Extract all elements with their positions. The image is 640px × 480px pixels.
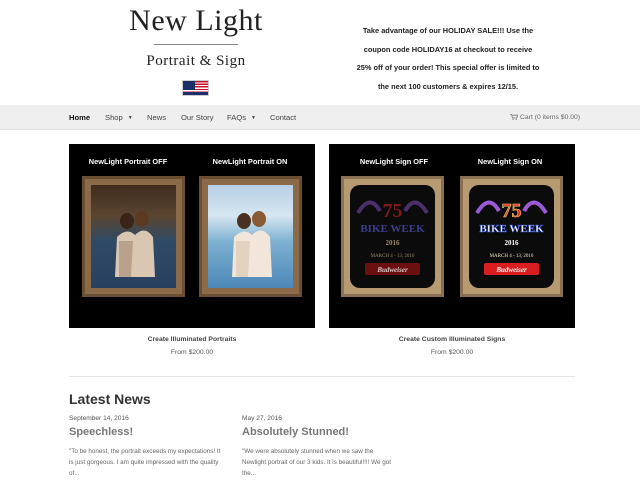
nav-item-news[interactable]: News [147,105,166,130]
product-name[interactable]: Create Illuminated Portraits [69,336,315,343]
sign-on-panel: 75 BIKE WEEK 2016 MARCH 4 - 13, 2016 Bud… [469,185,554,288]
nav-item-label: Contact [270,113,297,122]
section-divider [69,376,575,377]
post-title[interactable]: Absolutely Stunned! [242,426,402,438]
promo-line: the next 100 customers & expires 12/15. [377,81,519,91]
portrait-on-frame [199,176,302,297]
sign-title: BIKE WEEK [479,223,544,235]
excerpt-line: "We were absolutely stunned when we saw … [242,448,374,455]
site-header: New Light Portrait & Sign Take advantage… [0,0,640,105]
main-nav: Home Shop ▼ News Our Story FAQs ▼ Contact … [0,105,640,130]
excerpt-line: Newlight portrait of our 3 kids. It is b… [242,459,391,466]
product-price: From $200.00 [170,349,214,356]
us-flag-icon [182,80,209,96]
logo-subtitle: Portrait & Sign [146,53,246,69]
news-post: September 14, 2016 Speechless! "To be ho… [69,415,229,479]
post-date: May 27, 2016 [242,415,282,422]
nav-item-our-story[interactable]: Our Story [181,105,214,130]
couple-silhouette [232,211,272,277]
cart-label: Cart (0 items $0.00) [520,114,581,121]
post-excerpt: "We were absolutely stunned when we saw … [242,446,402,479]
nav-item-faqs[interactable]: FAQs ▼ [227,105,256,130]
promo-line: 25% off of your order! This special offe… [356,63,540,72]
panel-label-on: NewLight Sign ON [477,157,543,166]
portrait-off-photo [91,185,176,288]
portrait-off-frame [82,176,185,297]
nav-item-label: News [147,113,166,122]
panel-label-on: NewLight Portrait ON [212,157,288,166]
product-price: From $200.00 [430,349,474,356]
product-image[interactable]: NewLight Sign OFF NewLight Sign ON 75 BI… [329,144,575,328]
product-card-portraits[interactable]: NewLight Portrait OFF NewLight Portrait … [69,144,315,356]
news-post: May 27, 2016 Absolutely Stunned! "We wer… [242,415,402,479]
sign-on-frame: 75 BIKE WEEK 2016 MARCH 4 - 13, 2016 Bud… [460,176,563,297]
sign-title: BIKE WEEK [360,223,425,235]
excerpt-line: of... [69,470,80,477]
sign-year: 2016 [386,239,401,247]
sign-number: 75 [502,200,522,222]
promo-line: Take advantage of our HOLIDAY SALE!!! Us… [362,26,534,35]
promo-banner: Take advantage of our HOLIDAY SALE!!! Us… [340,22,556,96]
sign-year: 2016 [505,239,520,247]
nav-item-shop[interactable]: Shop ▼ [105,105,133,130]
sign-dates: MARCH 4 - 13, 2016 [371,254,415,259]
portrait-on-photo [208,185,293,288]
sign-off-panel: 75 BIKE WEEK 2016 MARCH 4 - 13, 2016 Bud… [350,185,435,288]
nav-item-label: FAQs [227,113,246,122]
nav-item-label: Our Story [181,113,214,122]
product-card-signs[interactable]: NewLight Sign OFF NewLight Sign ON 75 BI… [329,144,575,356]
panel-label-off: NewLight Portrait OFF [88,157,168,166]
nav-item-label: Shop [105,113,123,122]
bike-week-sign-on: 75 BIKE WEEK 2016 MARCH 4 - 13, 2016 Bud… [475,200,548,275]
nav-item-label: Home [69,113,91,122]
chevron-down-icon: ▼ [127,115,133,121]
sign-brand: Budweiser [495,266,527,274]
sign-number: 75 [383,200,403,222]
bike-week-sign-off: 75 BIKE WEEK 2016 MARCH 4 - 13, 2016 Bud… [356,200,429,275]
chevron-down-icon: ▼ [251,115,256,121]
post-date: September 14, 2016 [69,415,129,422]
cart-icon [510,114,518,120]
sign-brand: Budweiser [376,266,408,274]
excerpt-line: the... [242,470,257,477]
excerpt-line: is just gorgeous. I am quite impressed w… [69,459,219,466]
post-title[interactable]: Speechless! [69,426,229,438]
excerpt-line: "To be honest, the portrait exceeds my e… [69,448,221,455]
promo-line: coupon code HOLIDAY16 at checkout to rec… [363,44,533,54]
nav-item-contact[interactable]: Contact [270,105,296,130]
couple-silhouette [115,211,155,277]
nav-item-home[interactable]: Home [69,105,90,130]
logo-name: New Light [129,4,263,37]
logo-divider [154,44,238,45]
post-excerpt: "To be honest, the portrait exceeds my e… [69,446,229,479]
cart-link[interactable]: Cart (0 items $0.00) [510,105,580,130]
latest-news-heading: Latest News [69,391,151,407]
sign-off-frame: 75 BIKE WEEK 2016 MARCH 4 - 13, 2016 Bud… [341,176,444,297]
product-name[interactable]: Create Custom Illuminated Signs [329,336,575,343]
site-logo[interactable]: New Light Portrait & Sign [118,4,274,70]
sign-dates: MARCH 4 - 13, 2016 [490,254,534,259]
panel-label-off: NewLight Sign OFF [359,157,429,166]
product-image[interactable]: NewLight Portrait OFF NewLight Portrait … [69,144,315,328]
